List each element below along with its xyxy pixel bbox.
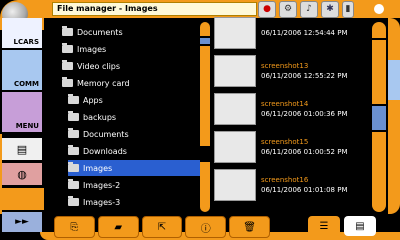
file-info: 06/11/2006 12:54:44 PM [261,28,348,38]
list-icon: ☰ [319,220,329,232]
tree-item[interactable]: Images-3 [68,194,200,210]
info-button[interactable]: ⓘ [185,216,227,238]
file-row[interactable]: screenshot16 06/11/2006 01:01:08 PM [214,166,372,204]
file-list[interactable]: 06/11/2006 12:54:44 PM screenshot13 06/11/… [214,17,372,212]
thumbnail-icon: ▤ [355,220,365,232]
file-thumbnail [214,169,256,201]
file-name: screenshot13 [261,62,309,70]
file-thumbnail [214,93,256,125]
tree-item[interactable]: Memory card [62,75,200,91]
export-icon: ⇱ [157,221,167,233]
folder-icon [62,26,73,36]
file-date: 06/11/2006 01:00:52 PM [261,148,348,156]
copy-icon: ⎘ [70,221,79,233]
folder-icon [62,60,73,70]
open-button[interactable]: ▰ [97,216,139,238]
sidebar-spacer [0,188,44,210]
tree-item-label: backups [83,112,117,122]
scroll-thumb[interactable] [372,106,386,130]
right-frame-bar [388,18,400,214]
file-row[interactable]: screenshot15 06/11/2006 01:00:52 PM [214,128,372,166]
menu-button[interactable]: MENU [2,92,42,132]
file-name: screenshot14 [261,100,309,108]
folder-icon [68,196,79,206]
folder-icon [68,128,79,138]
delete-icon: 🗑 [243,221,256,233]
file-row[interactable]: 06/11/2006 12:54:44 PM [214,14,372,52]
file-date: 06/11/2006 01:01:08 PM [261,186,348,194]
file-scrollbar[interactable] [372,22,386,212]
file-info: screenshot14 06/11/2006 01:00:36 PM [261,99,348,119]
folder-tree[interactable]: Documents Images Video clips Memory card App… [52,22,200,212]
tree-item-label: Images [83,163,113,173]
list-view-button[interactable]: ☰ [308,216,340,236]
folder-icon [68,179,79,189]
scroll-thumb[interactable] [200,38,210,44]
tree-item-label: Images-3 [83,197,121,207]
folder-scrollbar[interactable] [200,22,210,212]
tree-item[interactable]: backups [68,109,200,125]
tree-item-label: Images [77,44,107,54]
file-thumbnail [214,55,256,87]
document-icon: ▤ [16,142,28,156]
bottom-toolbar: ⎘ ▰ ⇱ ⓘ 🗑 [54,216,270,238]
thumbnail-view-button[interactable]: ▤ [344,216,376,236]
tree-item-label: Documents [77,27,123,37]
scroll-up-cap[interactable] [372,22,386,38]
right-frame-accent [388,60,400,100]
scroll-track-lower[interactable] [200,162,210,212]
tree-item[interactable]: Documents [68,126,200,142]
file-name: screenshot15 [261,138,309,146]
tree-item[interactable]: Video clips [62,58,200,74]
comm-button[interactable]: COMM [2,50,42,90]
file-thumbnail [214,131,256,163]
lcars-button[interactable]: LCARS [2,18,42,48]
folder-icon [68,111,79,121]
tree-item[interactable]: Images [68,160,200,176]
file-date: 06/11/2006 12:55:22 PM [261,72,348,80]
folder-icon [62,43,73,53]
copy-button[interactable]: ⎘ [54,216,95,238]
tree-item[interactable]: Images [62,41,200,57]
forward-button[interactable]: ►► [2,212,42,232]
tree-item[interactable]: Documents [62,24,200,40]
tree-item-label: Video clips [77,61,121,71]
tree-item-label: Apps [83,95,103,105]
tree-item-label: Images-2 [83,180,121,190]
folder-icon [62,77,73,87]
delete-button[interactable]: 🗑 [229,216,270,238]
tree-item-label: Documents [83,129,129,139]
info-icon: ⓘ [200,223,211,235]
file-name: screenshot16 [261,176,309,184]
tree-item[interactable]: Apps [68,92,200,108]
file-info: screenshot15 06/11/2006 01:00:52 PM [261,137,348,157]
file-date: 06/11/2006 01:00:36 PM [261,110,348,118]
tree-item[interactable]: Downloads [68,143,200,159]
app-shortcut-1[interactable]: ▤ [2,138,42,160]
folder-icon [68,162,79,172]
app-shortcut-2[interactable]: ◍ [2,163,42,185]
scroll-track[interactable] [372,40,386,104]
file-date: 06/11/2006 12:54:44 PM [261,29,348,37]
file-row[interactable]: screenshot14 06/11/2006 01:00:36 PM [214,90,372,128]
tree-item-label: Memory card [77,78,130,88]
tree-item[interactable]: Images-2 [68,177,200,193]
file-info: screenshot16 06/11/2006 01:01:08 PM [261,175,348,195]
file-row[interactable]: screenshot13 06/11/2006 12:55:22 PM [214,52,372,90]
folder-icon [68,94,79,104]
scroll-track-lower[interactable] [372,132,386,212]
scroll-track[interactable] [200,46,210,146]
globe-icon: ◍ [17,167,27,181]
open-icon: ▰ [114,221,123,233]
scroll-up-cap[interactable] [200,22,210,36]
tree-item-label: Downloads [83,146,127,156]
export-button[interactable]: ⇱ [141,216,183,238]
file-info: screenshot13 06/11/2006 12:55:22 PM [261,61,348,81]
folder-icon [68,145,79,155]
frame-inner-edge [44,18,50,210]
file-thumbnail [214,17,256,49]
round-indicator [374,4,384,14]
